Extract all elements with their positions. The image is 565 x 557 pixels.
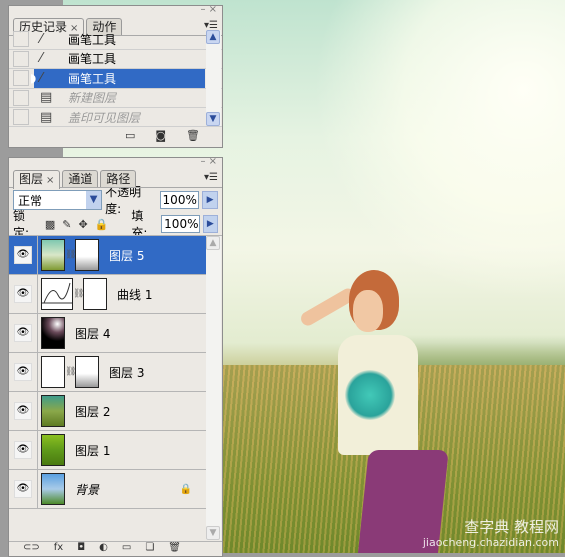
scroll-down-icon[interactable]: ▼ [206,526,220,540]
eye-icon[interactable]: 👁 [14,246,32,264]
layer-row[interactable]: 👁 ⛓ 图层 5 [9,236,206,275]
history-panel: – × 历史记录 × 动作 ▾☰ ⁄ 画笔工具 ⁄ 画笔工具 ◗ ⁄ 画笔工具 ▤… [8,4,223,148]
history-source-checkbox[interactable] [13,50,29,67]
history-item-label: 盖印可见图层 [68,110,141,125]
layer-thumbnail [41,317,65,349]
chevron-down-icon: ▼ [86,191,102,209]
layer-name: 图层 1 [75,443,111,458]
tab-channels[interactable]: 通道 [62,170,99,187]
document-icon: ▤ [40,109,53,125]
scroll-up-icon[interactable]: ▲ [206,30,220,44]
scrollbar[interactable]: ▲ ▼ [206,236,221,540]
document-icon: ▤ [40,90,53,106]
history-item-label: 画笔工具 [68,52,117,67]
fill-input[interactable]: 100% [161,215,200,233]
trash-icon[interactable]: 🗑 [168,542,181,554]
history-item-label: 画笔工具 [68,32,117,47]
layers-panel: – × 图层 × 通道 路径 ▾☰ 正常 ▼ 不透明度: 100% ▶ 锁定: ▩ … [8,156,223,557]
layer-name: 图层 4 [75,326,111,341]
history-source-checkbox[interactable] [13,31,29,48]
history-source-checkbox[interactable] [13,89,29,106]
layer-thumbnail [41,473,65,505]
history-item[interactable]: ⁄ 画笔工具 [9,50,222,69]
eye-icon[interactable]: 👁 [14,363,32,381]
layer-row[interactable]: 👁 ⛓ 图层 3 [9,353,206,392]
layer-mask-thumbnail[interactable] [75,356,99,388]
history-item-label: 画笔工具 [68,71,117,86]
minimize-close-icon[interactable]: – × [200,4,217,15]
layer-row[interactable]: 👁 图层 1 [9,431,206,470]
eye-icon[interactable]: 👁 [14,402,32,420]
opacity-slider-button[interactable]: ▶ [202,191,218,209]
lock-move-icon[interactable]: ✥ [78,218,87,231]
eye-icon[interactable]: 👁 [14,285,32,303]
tab-paths[interactable]: 路径 [100,170,137,187]
layer-name: 图层 5 [109,248,145,263]
layer-row[interactable]: 👁 ⛓ 曲线 1 [9,275,206,314]
history-item[interactable]: ◗ ⁄ 画笔工具 [9,69,222,89]
trash-icon[interactable]: 🗑 [186,129,200,142]
chain-link-icon[interactable]: ⛓ [65,250,76,260]
layer-name: 图层 2 [75,404,111,419]
layer-list: 👁 ⛓ 图层 5 👁 ⛓ 曲线 1 👁 图层 4 👁 ⛓ 图层 3 👁 图层 2 👁 图层 1 👁 背景 🔒 ▲ … [9,235,222,540]
layer-row[interactable]: 👁 图层 4 [9,314,206,353]
fill-slider-button[interactable]: ▶ [202,215,218,233]
snapshot-icon[interactable]: ◙ [155,129,166,142]
lock-transparency-icon[interactable]: ▩ [45,218,55,231]
history-item[interactable]: ▤ 盖印可见图层 [9,108,222,126]
layer-mask-thumbnail[interactable] [75,239,99,271]
lock-all-icon[interactable]: 🔒 [95,218,109,231]
brush-icon: ⁄ [40,51,43,67]
curves-adjustment-icon [41,278,73,310]
minimize-close-icon[interactable]: – × [200,156,217,167]
brush-icon: ⁄ [40,70,43,86]
tab-layers[interactable]: 图层 × [13,170,61,189]
history-list: ⁄ 画笔工具 ⁄ 画笔工具 ◗ ⁄ 画笔工具 ▤ 新建图层 ▤ 盖印可见图层 ▲… [9,30,222,126]
history-item-label: 新建图层 [68,91,117,106]
panel-menu-icon[interactable]: ▾☰ [204,172,218,183]
watermark: 查字典 教程网 jiaocheng.chazidian.com [422,518,559,549]
new-document-from-state-icon[interactable]: ▭ [125,129,135,142]
history-source-checkbox[interactable] [13,109,29,126]
chain-link-icon[interactable]: ⛓ [73,289,84,299]
scrollbar[interactable]: ▲ ▼ [206,30,221,126]
scroll-down-icon[interactable]: ▼ [206,112,220,126]
layer-mask-thumbnail[interactable] [83,278,107,310]
new-group-icon[interactable]: ▭ [122,542,131,554]
history-source-checkbox[interactable] [13,70,29,87]
layer-name: 曲线 1 [117,287,153,302]
history-state-marker-icon: ◗ [30,71,37,86]
chain-link-icon[interactable]: ⛓ [65,367,76,377]
eye-icon[interactable]: 👁 [14,324,32,342]
opacity-input[interactable]: 100% [159,191,200,209]
eye-icon[interactable]: 👁 [14,441,32,459]
lock-brush-icon[interactable]: ✎ [62,218,71,231]
layer-thumbnail [41,434,65,466]
adjustment-layer-icon[interactable]: ◐ [99,542,108,554]
layer-name: 图层 3 [109,365,145,380]
new-layer-icon[interactable]: ❏ [145,542,154,554]
layer-thumbnail [41,356,65,388]
layer-thumbnail [41,395,65,427]
brush-icon: ⁄ [40,31,43,47]
layer-name: 背景 [75,482,100,497]
eye-icon[interactable]: 👁 [14,480,32,498]
history-item[interactable]: ▤ 新建图层 [9,89,222,108]
layer-row[interactable]: 👁 背景 🔒 [9,470,206,509]
history-item[interactable]: ⁄ 画笔工具 [9,30,222,50]
scroll-up-icon[interactable]: ▲ [206,236,220,250]
link-layers-icon[interactable]: ⊂⊃ [23,542,40,554]
fx-icon[interactable]: fx [54,542,63,554]
layer-thumbnail [41,239,65,271]
lock-icon: 🔒 [179,483,192,495]
layer-row[interactable]: 👁 图层 2 [9,392,206,431]
add-mask-icon[interactable]: ◘ [77,542,85,554]
